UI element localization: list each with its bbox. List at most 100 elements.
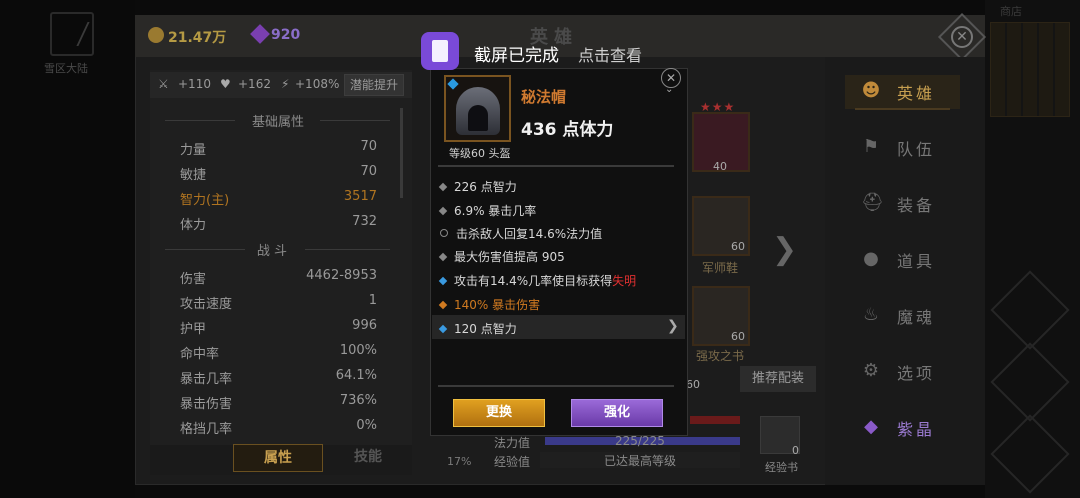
replace-button[interactable]: 更换 [453,399,545,427]
gear-icon: ⚙ [862,360,880,381]
stats-scrollbar[interactable] [400,108,403,198]
stat-name: 暴击伤害 [180,397,233,412]
stat-value: 736% [339,393,377,408]
nav-item-label: 英雄 [897,84,936,103]
slot-level: 60 [731,330,745,343]
stat-value: 0% [356,418,377,433]
mana-label: 法力值 [494,436,531,450]
nav-item-soul[interactable]: ♨ 魔魂 [855,300,950,332]
slot-level: 60 [686,378,700,391]
close-icon[interactable]: ✕ [951,26,973,48]
bullet-icon [438,300,448,310]
divider [320,120,390,121]
affix-text: 击杀敌人回复14.6%法力值 [456,227,603,241]
affix-text: 6.9% 暴击几率 [454,204,537,218]
nav-item-label: 道具 [897,252,936,271]
affix-text: 最大伤害值提高 905 [454,250,565,264]
shop-grid-icon[interactable] [990,22,1070,117]
affix-item: 击杀敌人回复14.6%法力值 [440,225,602,242]
nav-item-label: 队伍 [897,140,936,159]
stat-name: 攻击速度 [180,297,233,312]
toast-action[interactable]: 点击查看 [578,42,642,66]
potential-button[interactable]: 潜能提升 [344,74,404,96]
gem-amount: 920 [271,27,301,43]
gem-icon [447,78,459,90]
gold-coin-icon [148,27,164,43]
chevron-down-icon[interactable]: ⌄ [665,84,673,95]
recommend-button[interactable]: 推荐配装 [740,366,816,392]
nav-item-label: 紫晶 [897,420,936,439]
slot-level: 40 [713,160,727,173]
stat-name: 格挡几率 [180,422,233,437]
stat-value: 996 [352,318,377,333]
stat-name: 敏捷 [180,168,207,183]
nav-item-hero[interactable]: ☻ 英雄 [855,76,950,110]
affix-item: 攻击有14.4%几率使目标获得失明 [438,272,637,289]
item-name: 秘法帽 [521,88,567,106]
helmet-icon: ⛑ [861,192,884,213]
affix-text: 140% 暴击伤害 [454,298,541,312]
xp-label: 经验值 [494,455,531,469]
right-edge-label: 商店 [1000,5,1022,18]
map-tile-icon[interactable] [50,12,94,56]
stat-name: 智力(主) [180,193,230,208]
stat-name: 暴击几率 [180,372,233,387]
left-edge-label: 雪区大陆 [44,62,88,75]
stat-value: 4462-8953 [306,268,377,283]
affix-text: 226 点智力 [454,180,517,194]
nav-item-equipment[interactable]: ⛑ 装备 [855,188,950,220]
nav-item-items[interactable]: ● 道具 [855,244,950,276]
droplet-icon [438,324,448,334]
nav-item-label: 魔魂 [897,308,936,327]
affix-item: 6.9% 暴击几率 [438,202,537,219]
divider [305,249,390,250]
tab-skills[interactable]: 技能 [325,444,411,472]
toast-title: 截屏已完成 [474,46,559,66]
health-bar [690,416,740,424]
nav-item-team[interactable]: ⚑ 队伍 [855,132,950,164]
slot-label: 强攻之书 [696,349,745,363]
nav-item-label: 装备 [897,196,936,215]
divider [438,165,674,167]
divider [438,385,674,387]
mana-value: 225/225 [615,434,665,448]
affix-text: 120 点智力 [454,322,517,336]
affix-item[interactable]: 120 点智力 [438,320,517,337]
stat-value: 1 [368,293,377,308]
stat-value: 70 [360,164,377,179]
bag-icon: ● [863,248,879,269]
flame-icon: ♨ [862,304,880,325]
stat-value: 732 [352,214,377,229]
heart-icon: ♥ [220,77,231,91]
chevron-right-icon[interactable]: ❯ [667,318,679,334]
item-subtitle: 等级60 头盔 [449,147,511,160]
affix-highlight: 失明 [612,274,637,288]
xp-book-count: 0 [792,444,799,457]
bullet-icon [438,182,448,192]
screenshot-icon [421,32,459,70]
stat-name: 伤害 [180,272,207,287]
slot-level: 60 [731,240,745,253]
attack-bonus: +110 [178,77,211,91]
flag-icon: ⚑ [862,136,880,157]
stat-name: 护甲 [180,322,207,337]
crystal-icon: ◆ [864,416,878,437]
chevron-right-icon[interactable]: ❯ [772,232,797,267]
upgrade-button[interactable]: 强化 [571,399,663,427]
health-bonus: +162 [238,77,271,91]
affix-item: 最大伤害值提高 905 [438,248,565,265]
xp-book-label: 经验书 [765,461,798,474]
hood-icon [444,75,511,142]
nav-item-crystal[interactable]: ◆ 紫晶 [855,412,950,444]
affix-text: 攻击有14.4%几率使目标获得 [454,274,613,288]
stat-value: 100% [339,343,377,358]
person-icon: ☻ [861,80,881,101]
slot-label: 军师鞋 [702,261,739,275]
stat-name: 体力 [180,218,207,233]
stat-name: 力量 [180,143,207,158]
nav-item-options[interactable]: ⚙ 选项 [855,356,950,388]
tab-attributes[interactable]: 属性 [233,444,323,472]
lightning-icon: ⚡ [281,77,290,91]
stat-value: 64.1% [335,368,377,383]
stat-value: 70 [360,139,377,154]
